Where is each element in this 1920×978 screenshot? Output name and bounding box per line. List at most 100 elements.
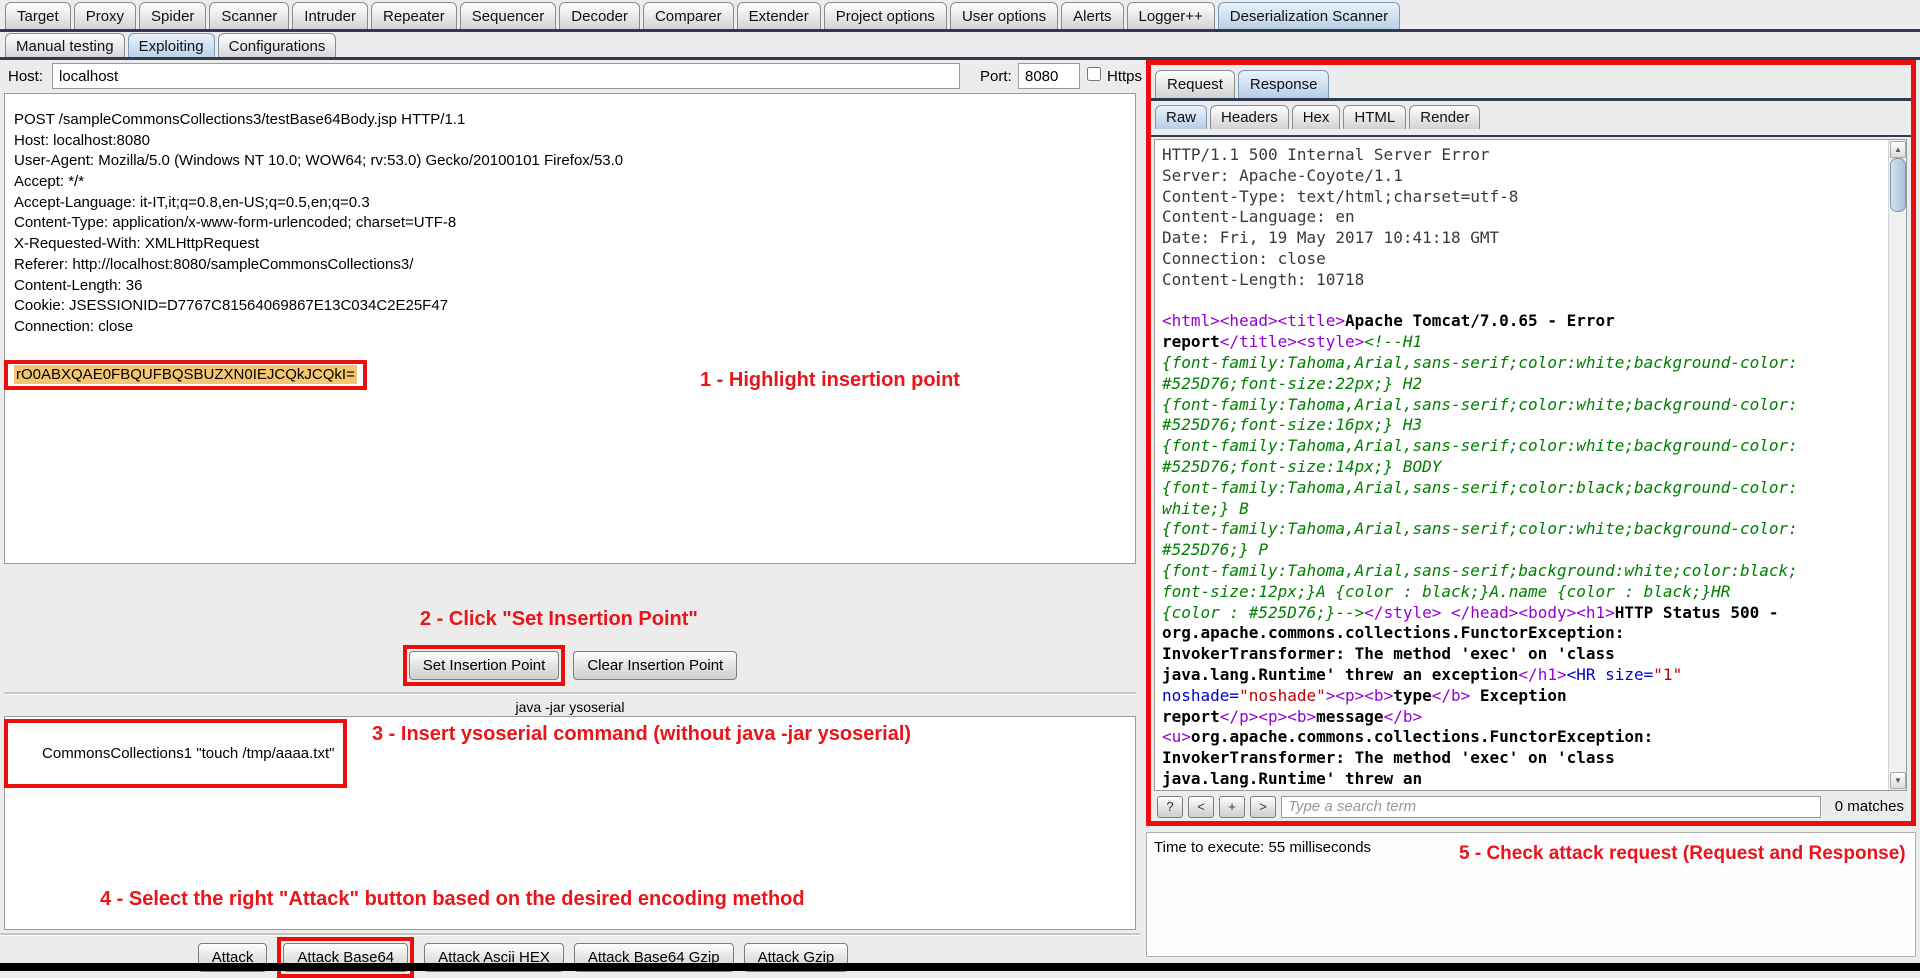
ysoserial-command-red-box: CommonsCollections1 "touch /tmp/aaaa.txt…: [4, 719, 347, 788]
response-segment: </p><p><b>: [1220, 707, 1316, 726]
response-segment: <u>: [1162, 727, 1191, 746]
host-label: Host:: [8, 68, 43, 85]
search-help-button[interactable]: ?: [1157, 796, 1183, 818]
tab-exploiting[interactable]: Exploiting: [128, 33, 215, 59]
request-editor[interactable]: POST /sampleCommonsCollections3/testBase…: [4, 93, 1136, 564]
message-tab-bar: Request Response: [1151, 70, 1329, 98]
host-input[interactable]: [52, 63, 960, 89]
tab-raw[interactable]: Raw: [1155, 105, 1207, 129]
view-tab-bar: Raw Headers Hex HTML Render: [1151, 105, 1480, 129]
tab-headers[interactable]: Headers: [1210, 105, 1289, 129]
response-segment: </head><body><h1>: [1451, 603, 1615, 622]
https-checkbox[interactable]: [1087, 67, 1101, 81]
request-line: Content-Length: 36: [14, 276, 623, 297]
sub-tab-bar: Manual testing Exploiting Configurations: [0, 33, 336, 59]
response-segment: noshade=: [1162, 686, 1239, 705]
time-to-execute-label: Time to execute: 55 milliseconds: [1154, 839, 1371, 856]
status-panel: Time to execute: 55 milliseconds 5 - Che…: [1146, 832, 1916, 957]
request-line: Cookie: JSESSIONID=D7767C81564069867E13C…: [14, 296, 623, 317]
tab-extender[interactable]: Extender: [737, 2, 821, 30]
annotation-3-insert-ysoserial-command: 3 - Insert ysoserial command (without ja…: [372, 723, 911, 746]
ysoserial-command-text: CommonsCollections1 "touch /tmp/aaaa.txt…: [42, 745, 334, 762]
tab-configurations[interactable]: Configurations: [218, 33, 337, 59]
annotation-4-select-attack-button: 4 - Select the right "Attack" button bas…: [100, 888, 805, 911]
tab-html[interactable]: HTML: [1343, 105, 1406, 129]
tab-manual-testing[interactable]: Manual testing: [5, 33, 125, 59]
request-line: POST /sampleCommonsCollections3/testBase…: [14, 110, 623, 131]
response-segment: </b>: [1384, 707, 1423, 726]
insertion-point-red-box: rO0ABXQAE0FBQUFBQSBUZXN0IEJCQkJCQkI=: [4, 360, 367, 390]
response-segment: type: [1393, 686, 1432, 705]
response-segment: <HR size=: [1567, 665, 1654, 684]
response-segment: </h1>: [1518, 665, 1566, 684]
divider: [4, 692, 1136, 695]
scroll-up-icon[interactable]: ▲: [1890, 141, 1906, 158]
request-line: X-Requested-With: XMLHttpRequest: [14, 234, 623, 255]
annotation-1-highlight-insertion-point: 1 - Highlight insertion point: [700, 369, 960, 392]
tab-alerts[interactable]: Alerts: [1061, 2, 1123, 30]
response-segment: "noshade": [1239, 686, 1326, 705]
response-segment: <!--H1 {font-family:Tahoma,Arial,sans-se…: [1162, 332, 1798, 621]
response-panel-red-box: Request Response Raw Headers Hex HTML Re…: [1146, 60, 1916, 826]
tab-project-options[interactable]: Project options: [824, 2, 947, 30]
response-segment: </b>: [1432, 686, 1471, 705]
annotation-2-click-set-insertion-point: 2 - Click "Set Insertion Point": [420, 608, 698, 631]
search-bar: ? < + > 0 matches: [1154, 794, 1907, 819]
main-tab-underline: [0, 29, 1920, 32]
scrollbar-thumb[interactable]: [1890, 158, 1906, 212]
https-label: Https: [1107, 68, 1142, 85]
tab-intruder[interactable]: Intruder: [292, 2, 368, 30]
tab-hex[interactable]: Hex: [1292, 105, 1341, 129]
tab-target[interactable]: Target: [5, 2, 71, 30]
scroll-down-icon[interactable]: ▼: [1890, 772, 1906, 789]
set-insertion-point-button[interactable]: Set Insertion Point: [409, 651, 560, 680]
tab-render[interactable]: Render: [1409, 105, 1480, 129]
highlighted-serialized-payload: rO0ABXQAE0FBQUFBQSBUZXN0IEJCQkJCQkI=: [14, 365, 357, 384]
request-line: Accept-Language: it-IT,it;q=0.8,en-US;q=…: [14, 193, 623, 214]
search-prev-button[interactable]: <: [1188, 796, 1214, 818]
response-segment: "1": [1653, 665, 1682, 684]
tab-loggerpp[interactable]: Logger++: [1127, 2, 1215, 30]
tab-user-options[interactable]: User options: [950, 2, 1058, 30]
vertical-scrollbar[interactable]: ▲ ▼: [1888, 140, 1906, 790]
attack-button-row: Attack Attack Base64 Attack Ascii HEX At…: [4, 937, 1136, 978]
attack-base64-red-box: Attack Base64: [277, 937, 414, 978]
request-line: Referer: http://localhost:8080/sampleCom…: [14, 255, 623, 276]
tab-decoder[interactable]: Decoder: [559, 2, 640, 30]
response-segment: [1441, 603, 1451, 622]
port-input[interactable]: [1018, 63, 1080, 89]
response-segment: message: [1316, 707, 1383, 726]
tab-repeater[interactable]: Repeater: [371, 2, 457, 30]
main-tab-bar: Target Proxy Spider Scanner Intruder Rep…: [0, 2, 1400, 30]
view-tab-underline: [1151, 135, 1911, 137]
tab-proxy[interactable]: Proxy: [74, 2, 136, 30]
search-input[interactable]: [1281, 796, 1821, 818]
divider: [0, 933, 1140, 936]
response-segment: HTTP/1.1 500 Internal Server Error Serve…: [1162, 145, 1518, 289]
annotation-5-check-attack-request: 5 - Check attack request (Request and Re…: [1459, 843, 1906, 865]
insertion-button-row: Set Insertion Point Clear Insertion Poin…: [4, 645, 1136, 686]
tab-comparer[interactable]: Comparer: [643, 2, 734, 30]
request-line: Connection: close: [14, 317, 623, 338]
set-insertion-point-red-box: Set Insertion Point: [403, 645, 566, 686]
bottom-black-bar: [0, 963, 1920, 971]
tab-request[interactable]: Request: [1155, 70, 1235, 98]
response-segment: <html><head><title>: [1162, 311, 1345, 330]
request-headers: POST /sampleCommonsCollections3/testBase…: [14, 110, 623, 338]
clear-insertion-point-button[interactable]: Clear Insertion Point: [573, 651, 737, 680]
ysoserial-label: java -jar ysoserial: [4, 699, 1136, 715]
search-add-button[interactable]: +: [1219, 796, 1245, 818]
request-line: Accept: */*: [14, 172, 623, 193]
search-next-button[interactable]: >: [1250, 796, 1276, 818]
response-segment: </style>: [1364, 603, 1441, 622]
tab-response[interactable]: Response: [1238, 70, 1330, 98]
tab-scanner[interactable]: Scanner: [209, 2, 289, 30]
tab-spider[interactable]: Spider: [139, 2, 206, 30]
response-raw-text: HTTP/1.1 500 Internal Server Error Serve…: [1162, 145, 1882, 790]
tab-deserialization-scanner[interactable]: Deserialization Scanner: [1218, 2, 1400, 30]
message-tab-underline: [1151, 98, 1911, 101]
response-viewer[interactable]: HTTP/1.1 500 Internal Server Error Serve…: [1154, 139, 1907, 791]
tab-sequencer[interactable]: Sequencer: [460, 2, 557, 30]
response-segment: ><p><b>: [1326, 686, 1393, 705]
port-label: Port:: [980, 68, 1012, 85]
